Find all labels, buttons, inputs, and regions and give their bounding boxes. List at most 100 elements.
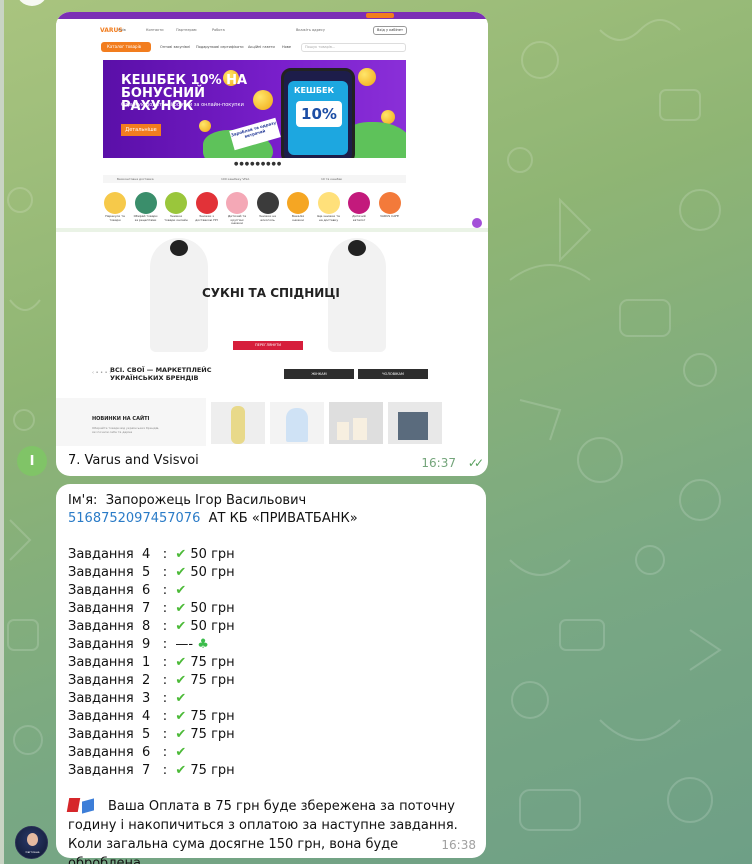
category-item: Знижки з доставкою НП — [195, 192, 219, 222]
task-amount: 50 грн — [190, 565, 235, 580]
pushpin-icon — [66, 798, 81, 812]
check-mark-icon: ✔ — [175, 547, 187, 562]
info-item: Безкоштовна доставка — [117, 177, 154, 181]
brands-arrows: ‹ • • • › — [92, 370, 112, 376]
chat-widget-icon — [472, 218, 482, 228]
category-item: Знижки на алкоголь — [256, 192, 280, 222]
info-row: Безкоштовна доставка 100 кешбеку VISA 10… — [103, 175, 406, 183]
task-number: 8 — [142, 619, 151, 634]
task-amount: 75 грн — [190, 709, 235, 724]
category-label: Обирай товари за рецептами — [133, 214, 158, 222]
category-item: VARUS CAFE — [378, 192, 402, 219]
task-number: 7 — [142, 763, 151, 778]
banner-more-button: Детальніше — [121, 124, 161, 136]
payment-note-text: Ваша Оплата в 75 грн буде збережена за п… — [68, 799, 458, 864]
task-amount: 75 грн — [190, 727, 235, 742]
cashback-banner: КЕШБЕК 10% НА БОНУСНИЙ РАХУНОК Отримуй д… — [103, 60, 406, 158]
site-search: Пошук товарів... — [301, 43, 406, 52]
text-message[interactable]: Ім'я: Запорожець Ігор Васильович 5168752… — [56, 484, 486, 864]
category-label: Бакалія знижки — [291, 214, 305, 222]
header-city: Київ — [118, 28, 126, 32]
card-line: 5168752097457076 АТ КБ «ПРИВАТБАНК» — [68, 510, 474, 528]
task-amount: 75 грн — [190, 763, 235, 778]
task-line: Завдання 1 : ✔ 75 грн — [68, 655, 235, 670]
fashion-banner: СУКНІ ТА СПІДНИЦІ ПЕРЕГЛЯНУТИ — [92, 234, 444, 354]
info-item: 10 та кешбек — [321, 177, 343, 181]
task-amount: 75 грн — [190, 655, 235, 670]
task-number: 7 — [142, 601, 151, 616]
category-icon — [134, 192, 157, 214]
category-label: Знижки з доставкою НП — [195, 214, 218, 222]
task-amount: —- — [175, 637, 194, 652]
tree-icon: ♣ — [197, 637, 209, 652]
task-line: Завдання 7 : ✔ 75 грн — [68, 763, 235, 778]
website-screenshot[interactable]: VARUS Київ Контакти Партнерам Робота Вка… — [56, 12, 488, 446]
fashion-view-button: ПЕРЕГЛЯНУТИ — [233, 341, 303, 350]
task-line: Завдання 3 : ✔ — [68, 691, 187, 706]
task-amount: 50 грн — [190, 601, 235, 616]
new-title: НОВИНКИ НА САЙТІ — [92, 416, 150, 422]
sender-avatar[interactable]: I — [17, 446, 47, 476]
task-label: Завдання — [68, 637, 134, 652]
task-line: Завдання 4 : ✔ 50 грн — [68, 547, 235, 562]
previous-message-bubble — [16, 0, 48, 6]
user-avatar[interactable]: Світлана — [15, 826, 48, 859]
category-label: VARUS CAFE — [380, 214, 399, 218]
card-number-link[interactable]: 5168752097457076 — [68, 511, 200, 526]
check-mark-icon: ✔ — [175, 745, 187, 760]
check-mark-icon: ✔ — [175, 565, 187, 580]
task-label: Завдання — [68, 673, 134, 688]
check-mark-icon: ✔ — [175, 709, 187, 724]
category-icon — [348, 192, 370, 214]
task-label: Завдання — [68, 763, 134, 778]
task-line: Завдання 6 : ✔ — [68, 583, 187, 598]
banner-subtitle: Отримуй додаткові бонуси за онлайн-покуп… — [121, 102, 244, 108]
payment-note: Ваша Оплата в 75 грн буде збережена за п… — [66, 797, 474, 864]
nav-item: Подарункові сертифікати — [196, 45, 244, 49]
message-time: 16:38 — [441, 838, 476, 852]
product-thumb — [388, 402, 442, 444]
task-label: Завдання — [68, 565, 134, 580]
task-number: 4 — [142, 709, 151, 724]
banner-phone: КЕШБЕК 10% — [281, 68, 355, 158]
check-mark-icon: ✔ — [175, 691, 187, 706]
site-header: VARUS Київ Контакти Партнерам Робота Вка… — [56, 19, 488, 41]
task-label: Завдання — [68, 709, 134, 724]
check-mark-icon: ✔ — [175, 619, 187, 634]
category-label: Знижки на алкоголь — [258, 214, 277, 222]
category-icon — [195, 192, 218, 214]
left-panel-edge — [0, 0, 4, 864]
task-label: Завдання — [68, 727, 134, 742]
task-number: 3 — [142, 691, 151, 706]
task-line: Завдання 6 : ✔ — [68, 745, 187, 760]
carousel-dots: ●●●●●●●●● — [234, 161, 283, 167]
category-label: Дитячий каталог — [352, 214, 366, 222]
category-label: Ще знижки та на доставку — [317, 214, 340, 222]
task-label: Завдання — [68, 691, 134, 706]
category-item: Дитячий каталог — [347, 192, 371, 222]
task-label: Завдання — [68, 655, 134, 670]
name-label: Ім'я: — [68, 493, 98, 508]
category-label: Знижки товари онлайн — [164, 214, 188, 222]
new-products-section: НОВИНКИ НА САЙТІ Обирайте товари від укр… — [56, 398, 488, 446]
header-jobs: Робота — [212, 28, 225, 32]
image-caption: 7. Varus and Vsisvoi — [68, 453, 199, 468]
category-icon — [226, 192, 248, 214]
site-nav: Каталог товарів Оптові закупівлі Подарун… — [56, 41, 488, 53]
info-item: 100 кешбеку VISA — [221, 177, 250, 181]
read-checkmarks-icon: ✓✓ — [467, 456, 484, 470]
bank-name: АТ КБ «ПРИВАТБАНК» — [208, 511, 358, 526]
category-item: Бакалія знижки — [286, 192, 310, 222]
promo-topbar — [56, 12, 488, 19]
task-line: Завдання 5 : ✔ 75 грн — [68, 727, 235, 742]
task-label: Завдання — [68, 547, 134, 562]
category-label: Перекуси та товари — [105, 214, 125, 222]
men-button: ЧОЛОВІКАМ — [358, 369, 428, 379]
image-message[interactable]: VARUS Київ Контакти Партнерам Робота Вка… — [56, 12, 488, 476]
brands-section: ‹ • • • › ВСІ. СВОЇ — МАРКЕТПЛЕЙС УКРАЇН… — [92, 364, 444, 388]
category-item: Обирай товари за рецептами — [134, 192, 158, 222]
task-label: Завдання — [68, 601, 134, 616]
task-number: 4 — [142, 547, 151, 562]
check-mark-icon: ✔ — [175, 655, 187, 670]
check-mark-icon: ✔ — [175, 763, 187, 778]
